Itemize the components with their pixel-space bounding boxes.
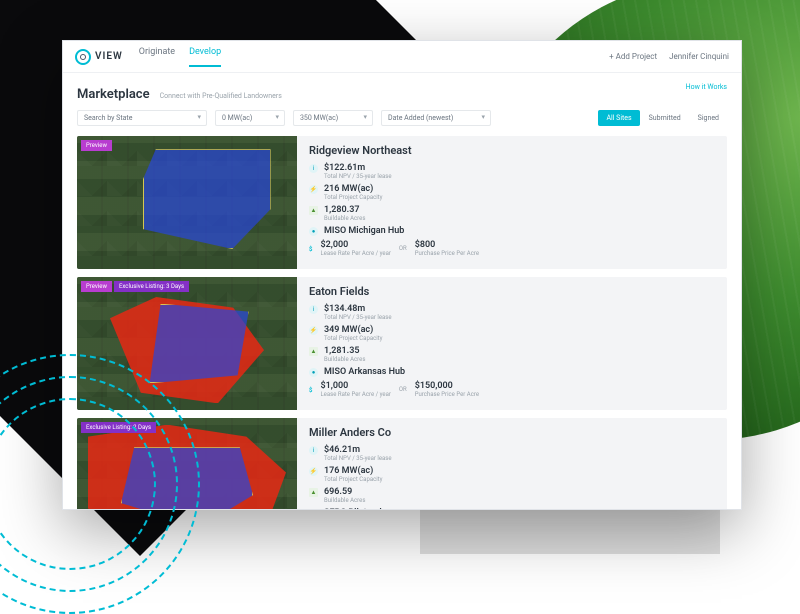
hub-icon: ●	[309, 509, 318, 510]
listing-info: Miller Anders Co i$46.21mTotal NPV / 35-…	[297, 418, 727, 510]
nav-originate[interactable]: Originate	[139, 47, 175, 67]
tab-submitted[interactable]: Submitted	[641, 110, 689, 126]
dollar-icon: $	[309, 246, 312, 253]
capacity-icon: ⚡	[309, 185, 318, 194]
filter-sort[interactable]: Date Added (newest)	[381, 110, 491, 126]
page-subtitle: Connect with Pre-Qualified Landowners	[160, 92, 282, 100]
filter-mw-min[interactable]: 0 MW(ac)	[215, 110, 285, 126]
logo-text: VIEW	[95, 51, 123, 62]
header: VIEW Originate Develop + Add Project Jen…	[63, 41, 741, 73]
how-it-works-link[interactable]: How it Works	[686, 83, 727, 91]
acres-icon: ▲	[309, 206, 318, 215]
listing-info: Eaton Fields i$134.48mTotal NPV / 35-yea…	[297, 277, 727, 410]
logo-icon	[75, 49, 91, 65]
page-title: Marketplace	[77, 87, 150, 102]
filter-bar: Search by State 0 MW(ac) 350 MW(ac) Date…	[77, 110, 727, 126]
tab-signed[interactable]: Signed	[690, 110, 727, 126]
npv-icon: i	[309, 164, 318, 173]
hub-icon: ●	[309, 227, 318, 236]
listing-title: Ridgeview Northeast	[309, 144, 715, 157]
listing-title: Eaton Fields	[309, 285, 715, 298]
listing-title: Miller Anders Co	[309, 426, 715, 439]
filter-mw-max[interactable]: 350 MW(ac)	[293, 110, 373, 126]
acres-icon: ▲	[309, 347, 318, 356]
hub-icon: ●	[309, 368, 318, 377]
logo[interactable]: VIEW	[75, 49, 123, 65]
badge-exclusive: Exclusive Listing: 3 Days	[114, 281, 189, 292]
tab-all-sites[interactable]: All Sites	[598, 110, 639, 126]
filter-state[interactable]: Search by State	[77, 110, 207, 126]
decorative-rings	[0, 354, 200, 614]
main-nav: Originate Develop	[139, 47, 221, 67]
listing-info: Ridgeview Northeast i$122.61mTotal NPV /…	[297, 136, 727, 269]
capacity-icon: ⚡	[309, 467, 318, 476]
capacity-icon: ⚡	[309, 326, 318, 335]
badge-preview: Preview	[81, 281, 112, 292]
status-tabs: All Sites Submitted Signed	[598, 110, 727, 126]
npv-icon: i	[309, 305, 318, 314]
add-project-button[interactable]: + Add Project	[609, 52, 657, 61]
listing-card[interactable]: Preview Ridgeview Northeast i$122.61mTot…	[77, 136, 727, 269]
npv-icon: i	[309, 446, 318, 455]
dollar-icon: $	[309, 387, 312, 394]
acres-icon: ▲	[309, 488, 318, 497]
listing-map: Preview	[77, 136, 297, 269]
user-menu[interactable]: Jennifer Cinquini	[669, 52, 729, 61]
nav-develop[interactable]: Develop	[189, 47, 221, 67]
badge-preview: Preview	[81, 140, 112, 151]
